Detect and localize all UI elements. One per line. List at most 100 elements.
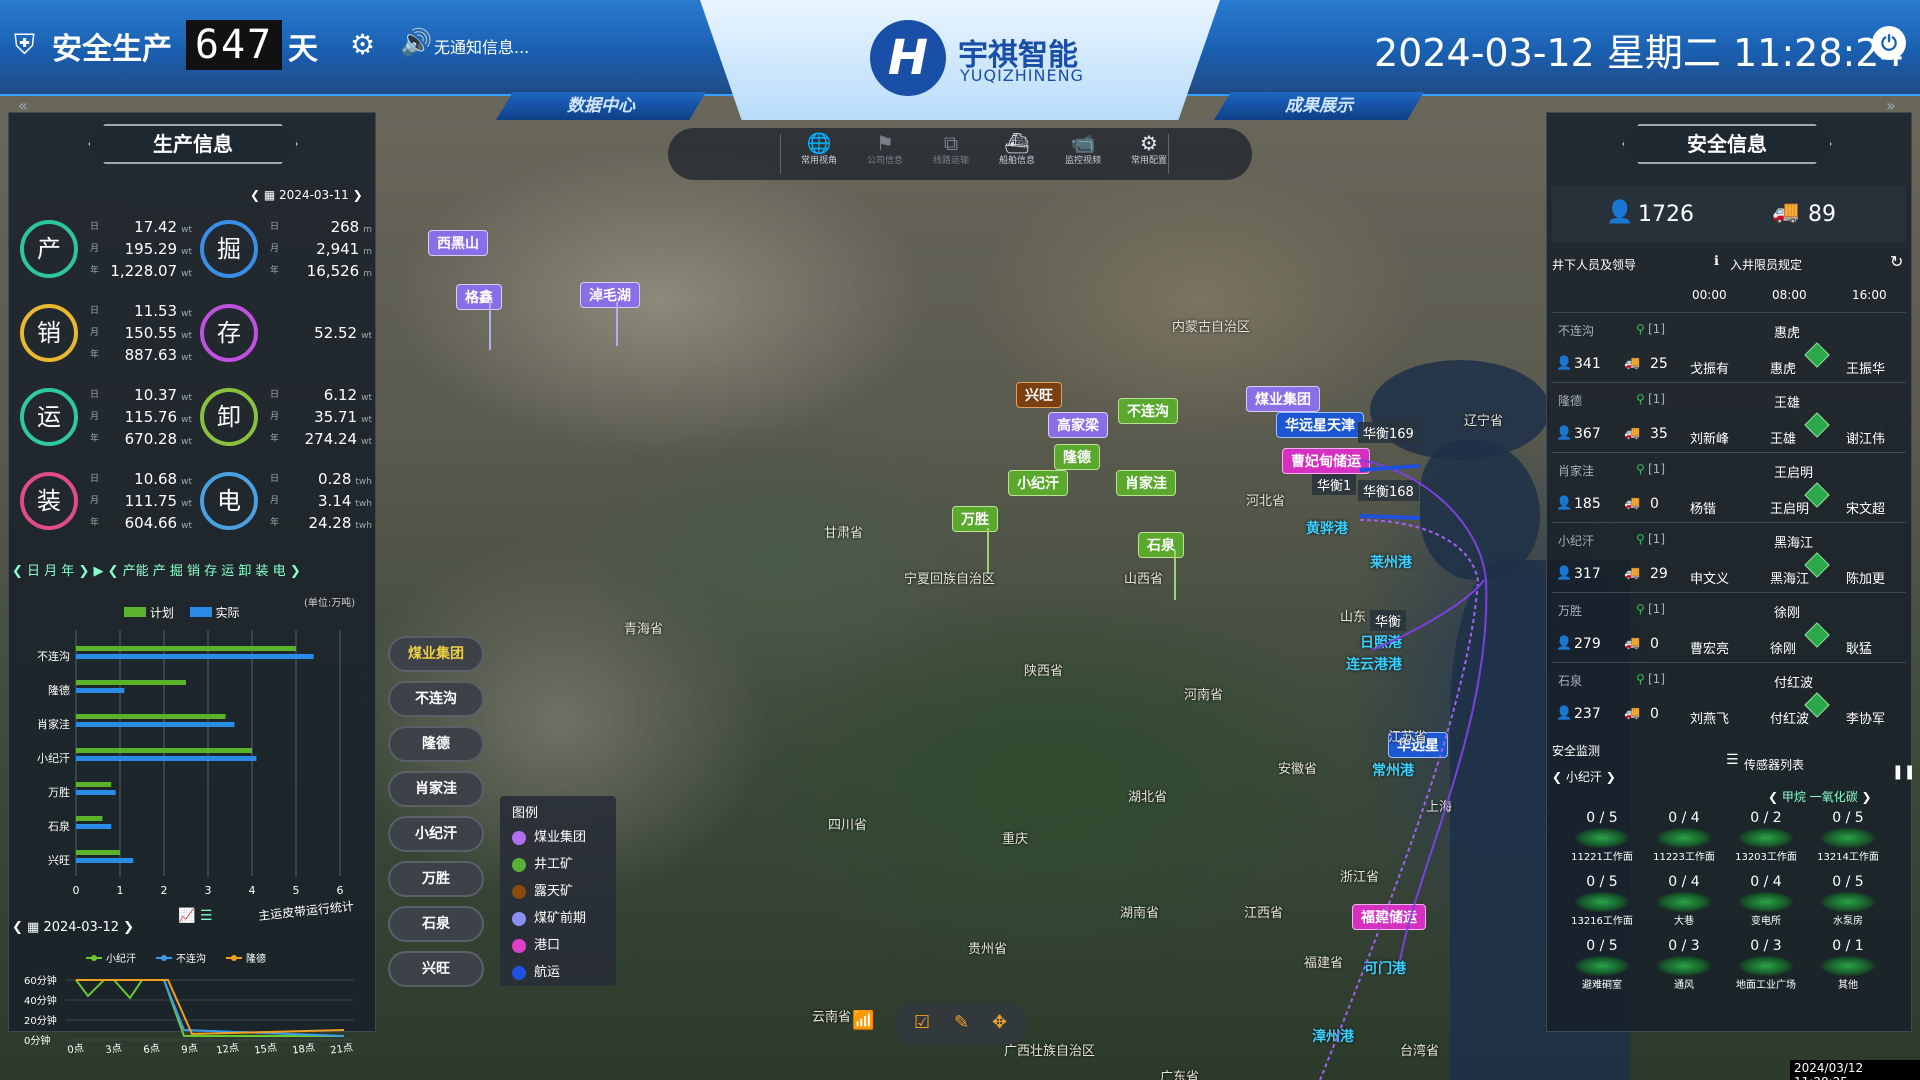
list-icon[interactable]: ☰ [1726, 752, 1739, 768]
sensor-name: 13216工作面 [1571, 916, 1633, 927]
location-pin-icon: ⚲ [1636, 392, 1645, 406]
vehicle-count: 89 [1808, 202, 1836, 227]
draw-toolbar: ☑ ✎ ✥ [894, 1004, 1026, 1044]
sensor-value: 0 / 1 [1832, 938, 1864, 954]
sensor-value: 0 / 2 [1750, 810, 1782, 826]
pencil-tool-icon[interactable]: ✎ [954, 1012, 969, 1033]
leader-top: 徐刚 [1774, 606, 1801, 621]
sensor-name: 通风 [1674, 980, 1694, 991]
monitor-mine: 小纪汗 [1565, 770, 1602, 784]
mine-count: [1] [1648, 392, 1665, 406]
mine-count: [1] [1648, 672, 1665, 686]
person-icon: 👤 [1556, 496, 1573, 511]
people-count: 237 [1574, 706, 1601, 722]
rule-link[interactable]: 入井限员规定 [1730, 256, 1802, 273]
refresh-icon[interactable]: ↻ [1890, 252, 1903, 271]
leader-top: 黑海江 [1774, 536, 1814, 551]
mine-name[interactable]: 万胜 [1558, 602, 1582, 619]
leader-name: 杨锴 [1690, 502, 1717, 517]
sensor-value: 0 / 3 [1668, 938, 1700, 954]
sensor-group[interactable]: 0 / 4 大巷 [1644, 874, 1724, 927]
sensor-name: 13203工作面 [1735, 852, 1797, 863]
leader-right: 陈加更 [1846, 572, 1886, 587]
mine-name[interactable]: 肖家洼 [1558, 462, 1594, 479]
prev-icon[interactable]: ❮ [1768, 790, 1782, 804]
shift-time-label: 08:00 [1772, 288, 1807, 302]
person-icon: 👤 [1606, 200, 1634, 225]
mine-name[interactable]: 隆德 [1558, 392, 1582, 409]
mine-row-divider [1552, 382, 1906, 383]
sensor-status-glow [1657, 892, 1711, 912]
mine-row-divider [1552, 452, 1906, 453]
mine-name[interactable]: 小纪汗 [1558, 532, 1594, 549]
leader-right: 李协军 [1846, 712, 1886, 727]
monitor-mine-selector[interactable]: ❮ 小纪汗 ❯ [1552, 768, 1616, 785]
leader-name: 刘新峰 [1690, 432, 1730, 447]
move-tool-icon[interactable]: ✥ [992, 1012, 1007, 1033]
info-icon[interactable]: ℹ [1714, 254, 1719, 269]
leader-mid: 徐刚 [1770, 642, 1797, 657]
sensor-value: 0 / 5 [1832, 874, 1864, 890]
sensor-value: 0 / 5 [1586, 874, 1618, 890]
sensor-group[interactable]: 0 / 1 其他 [1808, 938, 1888, 991]
sensor-status-glow [1821, 892, 1875, 912]
mine-name[interactable]: 石泉 [1558, 672, 1582, 689]
car-icon: 🚚 [1624, 496, 1641, 511]
mine-row-divider [1552, 592, 1906, 593]
sensor-status-glow [1657, 828, 1711, 848]
next-icon[interactable]: ❯ [1606, 770, 1616, 784]
leader-top: 付红波 [1774, 676, 1814, 691]
location-pin-icon: ⚲ [1636, 532, 1645, 546]
sensor-name: 变电所 [1751, 916, 1781, 927]
checkbox-tool-icon[interactable]: ☑ [914, 1012, 930, 1033]
sensor-group[interactable]: 0 / 5 避难硐室 [1562, 938, 1642, 991]
leader-top: 王启明 [1774, 466, 1814, 481]
mine-name[interactable]: 不连沟 [1558, 322, 1594, 339]
gas-tabs[interactable]: 甲烷 一氧化碳 [1782, 790, 1858, 804]
car-icon: 🚚 [1624, 566, 1641, 581]
pause-icon[interactable]: ❚❚ [1892, 764, 1915, 780]
sensor-status-glow [1739, 956, 1793, 976]
sensor-name: 地面工业广场 [1736, 980, 1796, 991]
next-icon[interactable]: ❯ [1862, 790, 1872, 804]
sensor-group[interactable]: 0 / 2 13203工作面 [1726, 810, 1806, 863]
sensor-group[interactable]: 0 / 5 13216工作面 [1562, 874, 1642, 927]
location-pin-icon: ⚲ [1636, 602, 1645, 616]
totals-bar: 👤 1726 🚚 89 [1552, 186, 1906, 242]
mine-count: [1] [1648, 532, 1665, 546]
sensor-value: 0 / 5 [1586, 810, 1618, 826]
sensor-group[interactable]: 0 / 4 11223工作面 [1644, 810, 1724, 863]
leader-right: 谢江伟 [1846, 432, 1886, 447]
collapse-right-icon[interactable]: » [1886, 96, 1896, 115]
sensor-group[interactable]: 0 / 5 13214工作面 [1808, 810, 1888, 863]
car-count: 0 [1650, 636, 1659, 652]
leader-name: 戈振有 [1690, 362, 1730, 377]
sensor-name: 13214工作面 [1817, 852, 1879, 863]
people-count: 185 [1574, 496, 1601, 512]
sensor-group[interactable]: 0 / 4 变电所 [1726, 874, 1806, 927]
sensor-name: 水泵房 [1833, 916, 1863, 927]
car-icon: 🚚 [1624, 636, 1641, 651]
gas-selector[interactable]: ❮ 甲烷 一氧化碳 ❯ [1768, 788, 1872, 805]
sensor-group[interactable]: 0 / 3 通风 [1644, 938, 1724, 991]
sensor-group[interactable]: 0 / 3 地面工业广场 [1726, 938, 1806, 991]
shift-time-label: 00:00 [1692, 288, 1727, 302]
car-icon: 🚚 [1624, 706, 1641, 721]
person-icon: 👤 [1556, 566, 1573, 581]
sensor-value: 0 / 4 [1668, 810, 1700, 826]
person-icon: 👤 [1556, 356, 1573, 371]
car-count: 29 [1650, 566, 1668, 582]
leader-right: 宋文超 [1846, 502, 1886, 517]
car-count: 0 [1650, 496, 1659, 512]
location-pin-icon: ⚲ [1636, 672, 1645, 686]
footer-time: 2024/03/12 11:28:25 [1790, 1060, 1920, 1080]
sensor-value: 0 / 4 [1668, 874, 1700, 890]
sensor-group[interactable]: 0 / 5 11221工作面 [1562, 810, 1642, 863]
safety-panel-title: 安全信息 [1622, 124, 1832, 164]
people-count: 367 [1574, 426, 1601, 442]
people-count: 317 [1574, 566, 1601, 582]
sensor-status-glow [1657, 956, 1711, 976]
prev-icon[interactable]: ❮ [1552, 770, 1566, 784]
sensor-list-link[interactable]: 传感器列表 [1744, 756, 1804, 773]
sensor-group[interactable]: 0 / 5 水泵房 [1808, 874, 1888, 927]
